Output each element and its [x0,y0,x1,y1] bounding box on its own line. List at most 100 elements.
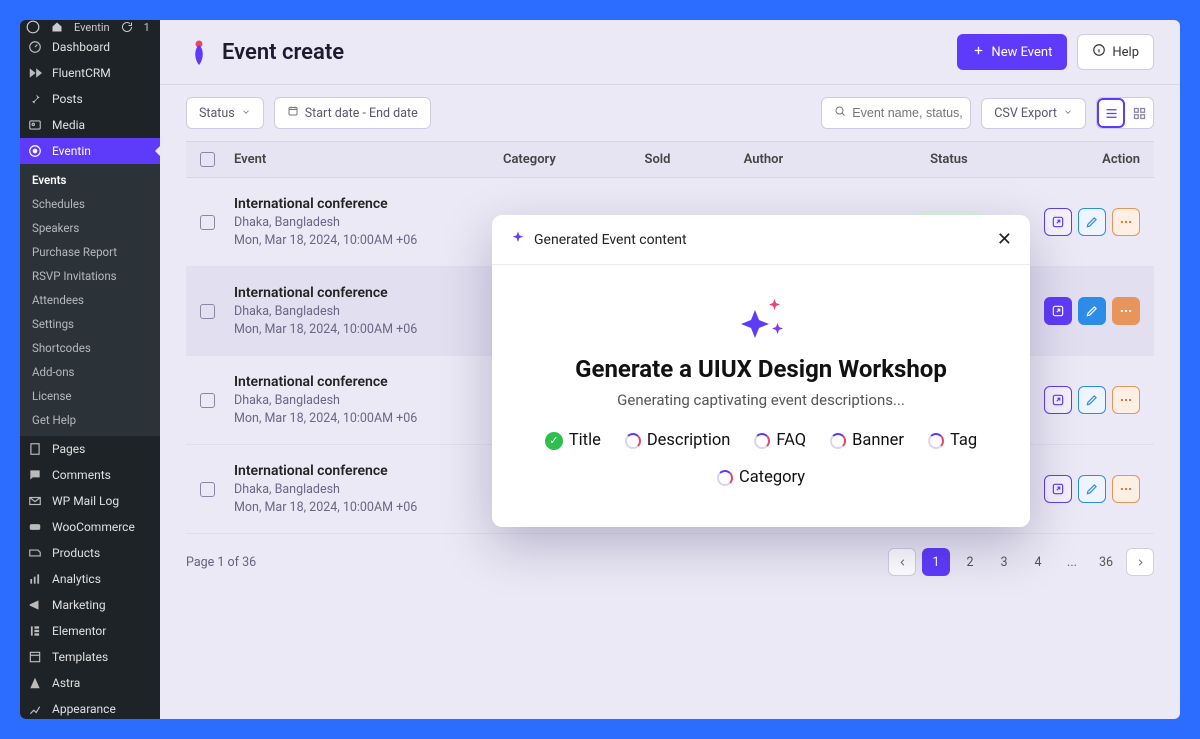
date-range-filter[interactable]: Start date - End date [274,97,431,129]
event-cell: International conferenceDhaka, Banglades… [234,374,503,426]
event-location: Dhaka, Bangladesh [234,304,503,319]
page-2[interactable]: 2 [956,548,984,576]
page-4[interactable]: 4 [1024,548,1052,576]
event-location: Dhaka, Bangladesh [234,393,503,408]
submenu-attendees[interactable]: Attendees [20,288,160,312]
submenu-addons[interactable]: Add-ons [20,360,160,384]
prev-page-button[interactable] [888,548,916,576]
modal-title: Generate a UIUX Design Workshop [522,355,1000,383]
menu-templates[interactable]: Templates [20,644,160,670]
menu-pages[interactable]: Pages [20,436,160,462]
plus-icon [972,44,985,61]
edit-button[interactable] [1078,208,1106,236]
search-input[interactable] [852,106,962,120]
gen-item-banner: Banner [830,431,904,450]
submenu-speakers[interactable]: Speakers [20,216,160,240]
help-button[interactable]: Help [1077,34,1154,70]
page-3[interactable]: 3 [990,548,1018,576]
view-button[interactable] [1044,297,1072,325]
list-view-button[interactable] [1097,98,1125,128]
row-actions [1013,475,1140,503]
menu-dashboard[interactable]: Dashboard [20,34,160,60]
row-checkbox[interactable] [200,215,215,230]
col-event: Event [234,152,503,167]
menu-appearance[interactable]: Appearance [20,696,160,719]
menu-products[interactable]: Products [20,540,160,566]
event-datetime: Mon, Mar 18, 2024, 10:00AM +06 [234,322,503,337]
event-cell: International conferenceDhaka, Banglades… [234,285,503,337]
more-button[interactable] [1112,386,1140,414]
view-button[interactable] [1044,208,1072,236]
view-button[interactable] [1044,386,1072,414]
astra-icon [28,676,44,690]
submenu-events[interactable]: Events [20,168,160,192]
row-checkbox[interactable] [200,393,215,408]
menu-posts[interactable]: Posts [20,86,160,112]
spinner-icon [830,433,846,449]
chevron-down-icon [1063,106,1073,121]
submenu-get-help[interactable]: Get Help [20,408,160,432]
wordpress-icon[interactable] [26,20,40,34]
menu-fluentcrm[interactable]: FluentCRM [20,60,160,86]
menu-media[interactable]: Media [20,112,160,138]
more-button[interactable] [1112,475,1140,503]
col-action: Action [1013,152,1140,167]
next-page-button[interactable] [1126,548,1154,576]
submenu-shortcodes[interactable]: Shortcodes [20,336,160,360]
submenu-settings[interactable]: Settings [20,312,160,336]
edit-button[interactable] [1078,475,1106,503]
site-name[interactable]: Eventin [74,21,110,34]
home-icon[interactable] [50,20,64,34]
menu-woocommerce[interactable]: WooCommerce [20,514,160,540]
row-checkbox[interactable] [200,304,215,319]
new-event-button[interactable]: New Event [957,34,1067,70]
generation-progress: ✓ Title Description FAQ Banner [522,431,1000,487]
templates-icon [28,650,44,664]
more-button[interactable] [1112,297,1140,325]
menu-analytics[interactable]: Analytics [20,566,160,592]
page-1[interactable]: 1 [922,548,950,576]
comments-icon [28,468,44,482]
row-actions [1013,208,1140,236]
submenu-purchase-report[interactable]: Purchase Report [20,240,160,264]
menu-astra[interactable]: Astra [20,670,160,696]
event-cell: International conferenceDhaka, Banglades… [234,463,503,515]
pagination-bar: Page 1 of 36 1234...36 [160,534,1180,590]
edit-button[interactable] [1078,297,1106,325]
pages-icon [28,442,44,456]
close-icon[interactable]: ✕ [997,229,1012,250]
menu-elementor[interactable]: Elementor [20,618,160,644]
submenu-schedules[interactable]: Schedules [20,192,160,216]
status-filter[interactable]: Status [186,97,264,129]
menu-comments[interactable]: Comments [20,462,160,488]
pagination: 1234...36 [888,548,1154,576]
row-actions [1013,386,1140,414]
csv-export-button[interactable]: CSV Export [981,98,1086,129]
menu-eventin[interactable]: Eventin [20,138,160,164]
marketing-icon [28,598,44,612]
gen-item-title: ✓ Title [545,431,601,450]
gen-item-description: Description [625,431,731,450]
select-all-checkbox[interactable] [200,152,215,167]
main-area: Event create New Event Help Status [160,20,1180,719]
edit-button[interactable] [1078,386,1106,414]
event-datetime: Mon, Mar 18, 2024, 10:00AM +06 [234,411,503,426]
menu-wpmail[interactable]: WP Mail Log [20,488,160,514]
view-button[interactable] [1044,475,1072,503]
submenu-rsvp[interactable]: RSVP Invitations [20,264,160,288]
modal-header-title: Generated Event content [534,232,687,248]
row-actions [1013,297,1140,325]
more-button[interactable] [1112,208,1140,236]
col-category: Category [503,152,645,167]
updates-icon[interactable] [120,20,134,34]
page-36[interactable]: 36 [1092,548,1120,576]
analytics-icon [28,572,44,586]
grid-view-button[interactable] [1125,98,1153,128]
row-checkbox[interactable] [200,482,215,497]
event-location: Dhaka, Bangladesh [234,215,503,230]
page-header: Event create New Event Help [160,20,1180,85]
search-input-wrap[interactable] [821,97,971,129]
event-cell: International conferenceDhaka, Banglades… [234,196,503,248]
menu-marketing[interactable]: Marketing [20,592,160,618]
submenu-license[interactable]: License [20,384,160,408]
